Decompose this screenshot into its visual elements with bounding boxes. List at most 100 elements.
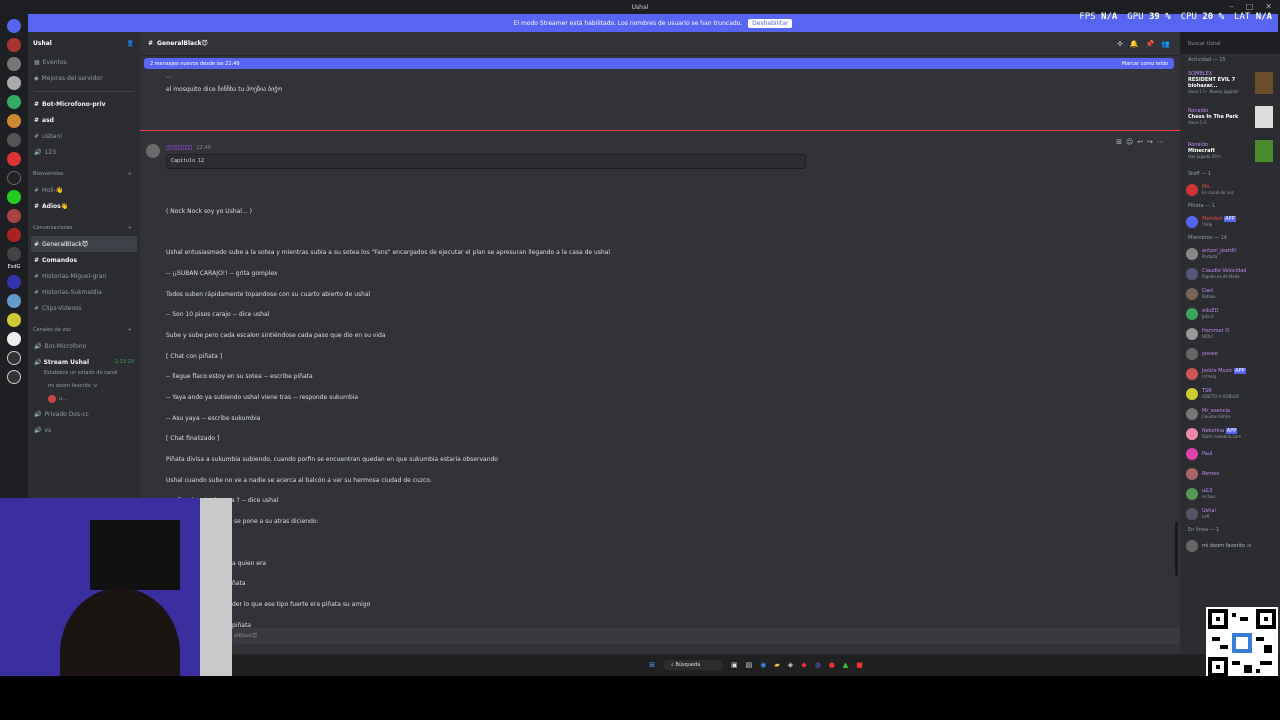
channel-privado[interactable]: 🔊 Privado Dos-cc	[28, 406, 140, 422]
app-icon[interactable]: ◈	[788, 661, 793, 669]
channel-historias-miguel[interactable]: # Historias-Miguel-gran	[28, 268, 140, 284]
member-item[interactable]: Membot APP !help	[1180, 212, 1280, 232]
server-icon[interactable]	[7, 228, 21, 242]
app-icon[interactable]: ◆	[801, 661, 806, 669]
member-item[interactable]: Jockie Music APP m!help	[1180, 364, 1280, 384]
app-icon[interactable]: ▤	[746, 661, 753, 669]
category-canales-voz[interactable]: Canales de voz +	[28, 322, 140, 338]
voice-user[interactable]: mi doom favorito :v	[28, 380, 140, 392]
minimize-icon[interactable]: –	[1230, 2, 1234, 11]
search-input[interactable]: Buscar Ushal	[1185, 38, 1275, 50]
reaction-icon[interactable]: ☺	[1126, 138, 1133, 146]
pin-icon[interactable]: 📌	[1146, 40, 1155, 48]
server-icon[interactable]	[7, 190, 21, 204]
member-item[interactable]: Claudio Velocidad Rápido es de Nada	[1180, 264, 1280, 284]
channel-adios[interactable]: # Adios👋	[28, 198, 140, 214]
bell-icon[interactable]: 🔔	[1130, 40, 1139, 48]
cpu-label: CPU	[1180, 12, 1197, 22]
apps-icon[interactable]: ⊞	[1116, 138, 1122, 146]
discord-icon[interactable]: ◍	[815, 661, 821, 669]
channel-bot-microfono[interactable]: 🔊 Bot-Microfono	[28, 338, 140, 354]
stream-status[interactable]: Establece un estado de canal	[28, 370, 140, 380]
channel-asd[interactable]: # asd	[28, 112, 140, 128]
category-conversaciones[interactable]: Conversaciones +	[28, 220, 140, 236]
add-channel-icon[interactable]: +	[128, 171, 132, 177]
server-icon[interactable]	[7, 294, 21, 308]
server-icon[interactable]	[7, 57, 21, 71]
server-icon[interactable]	[7, 171, 21, 185]
server-icon[interactable]	[7, 209, 21, 223]
disable-streamer-button[interactable]: Deshabilitar	[748, 18, 793, 28]
member-item[interactable]: jessee	[1180, 344, 1280, 364]
channel-bot-microfono-priv[interactable]: # Bot-Microfono-priv	[28, 96, 140, 112]
channel-vs[interactable]: 🔊 vs	[28, 422, 140, 438]
channel-holi[interactable]: # Holi-👋	[28, 182, 140, 198]
channel-boosts[interactable]: ◆ Mejoras del servidor	[28, 70, 140, 86]
folder-icon[interactable]: ▰	[774, 661, 779, 669]
app-icon[interactable]: ▣	[731, 661, 738, 669]
member-item[interactable]: TSR ADICTO A ROBLOX	[1180, 384, 1280, 404]
add-channel-icon[interactable]: +	[128, 225, 132, 231]
channel-historias-sukmaldia[interactable]: # Historias-Sukmaldia	[28, 284, 140, 300]
edge-icon[interactable]: ◉	[760, 661, 766, 669]
taskbar-search[interactable]: ⌕ Búsqueda	[663, 660, 724, 670]
app-icon[interactable]: ▲	[843, 661, 848, 669]
member-item[interactable]: Hammer O WOLF	[1180, 324, 1280, 344]
server-header[interactable]: Ushal 👤	[28, 32, 140, 54]
mark-read-button[interactable]: Marcar como leído	[1122, 61, 1168, 67]
avatar[interactable]	[146, 144, 160, 158]
scrollbar[interactable]	[1175, 522, 1178, 576]
message-author[interactable]: ▯▯▯▯▯▯▯▯ 22:49	[166, 144, 211, 151]
activity-card[interactable]: Ronaldo Chess In The Park Hace 2 d	[1180, 100, 1280, 134]
member-item[interactable]: Mo... En canal de voz	[1180, 180, 1280, 200]
members-icon[interactable]: 👥	[1161, 40, 1170, 48]
server-icon[interactable]	[7, 332, 21, 346]
new-messages-bar[interactable]: 2 mensajes nuevos desde las 22:49 Marcar…	[144, 58, 1174, 69]
member-item[interactable]: Nekotina APP Slash nekotina.com	[1180, 424, 1280, 444]
app-icon[interactable]: ■	[856, 661, 863, 669]
forward-icon[interactable]: ↪	[1147, 138, 1153, 146]
member-item[interactable]: antoni_jeatdit Portada	[1180, 244, 1280, 264]
member-item[interactable]: eduED Jota-2	[1180, 304, 1280, 324]
category-bienvenidas[interactable]: Bienvenidas +	[28, 166, 140, 182]
server-icon[interactable]	[7, 133, 21, 147]
member-item[interactable]: Mr_esencia Counter-Strike	[1180, 404, 1280, 424]
channel-clips-videoss[interactable]: # Clips-Videoss	[28, 300, 140, 316]
member-item[interactable]: Dani Roblox	[1180, 284, 1280, 304]
channel-stream-ushal[interactable]: 🔊 Stream Ushal 1:13:23	[28, 354, 140, 370]
add-channel-icon[interactable]: +	[128, 327, 132, 333]
channel-generalblack[interactable]: # GeneralBlack😈	[31, 236, 137, 252]
member-item[interactable]: Romeo	[1180, 464, 1280, 484]
message-composer[interactable]: alBlack😈	[232, 628, 1180, 644]
server-icon[interactable]	[7, 152, 21, 166]
channel-comandos[interactable]: # Comandos	[28, 252, 140, 268]
member-item[interactable]: Ushal Left	[1180, 504, 1280, 524]
discover-icon[interactable]	[7, 370, 21, 384]
server-icon[interactable]	[7, 313, 21, 327]
member-item[interactable]: Paul	[1180, 444, 1280, 464]
channel-usbani[interactable]: # usbani	[28, 128, 140, 144]
server-icon[interactable]	[7, 38, 21, 52]
app-icon[interactable]: ●	[829, 661, 835, 669]
channel-events[interactable]: ▦ Eventos	[28, 54, 140, 70]
activity-card[interactable]: SOMBLEX RESIDENT EVIL 7 biohazar... Hace 1…	[1180, 66, 1280, 100]
server-icon[interactable]	[7, 95, 21, 109]
close-icon[interactable]: ✕	[1265, 2, 1272, 11]
start-icon[interactable]: ⊞	[649, 661, 655, 669]
server-icon[interactable]	[7, 114, 21, 128]
server-icon[interactable]	[7, 76, 21, 90]
member-item[interactable]: mi doom favorito :v	[1180, 536, 1280, 556]
server-icon[interactable]	[7, 247, 21, 261]
invite-icon[interactable]: 👤	[127, 40, 134, 47]
voice-user[interactable]: u...	[28, 392, 140, 406]
add-server-icon[interactable]	[7, 351, 21, 365]
server-icon[interactable]	[7, 275, 21, 289]
more-icon[interactable]: ⋯	[1157, 138, 1164, 146]
channel-123[interactable]: 🔊 123	[28, 144, 140, 160]
reply-icon[interactable]: ↩	[1137, 138, 1143, 146]
member-item[interactable]: u&3 en bus	[1180, 484, 1280, 504]
maximize-icon[interactable]: □	[1246, 2, 1254, 11]
home-icon[interactable]	[7, 19, 21, 33]
activity-card[interactable]: Ronaldo Minecraft Has jugado 29 h	[1180, 134, 1280, 168]
threads-icon[interactable]: ✜	[1117, 40, 1123, 48]
